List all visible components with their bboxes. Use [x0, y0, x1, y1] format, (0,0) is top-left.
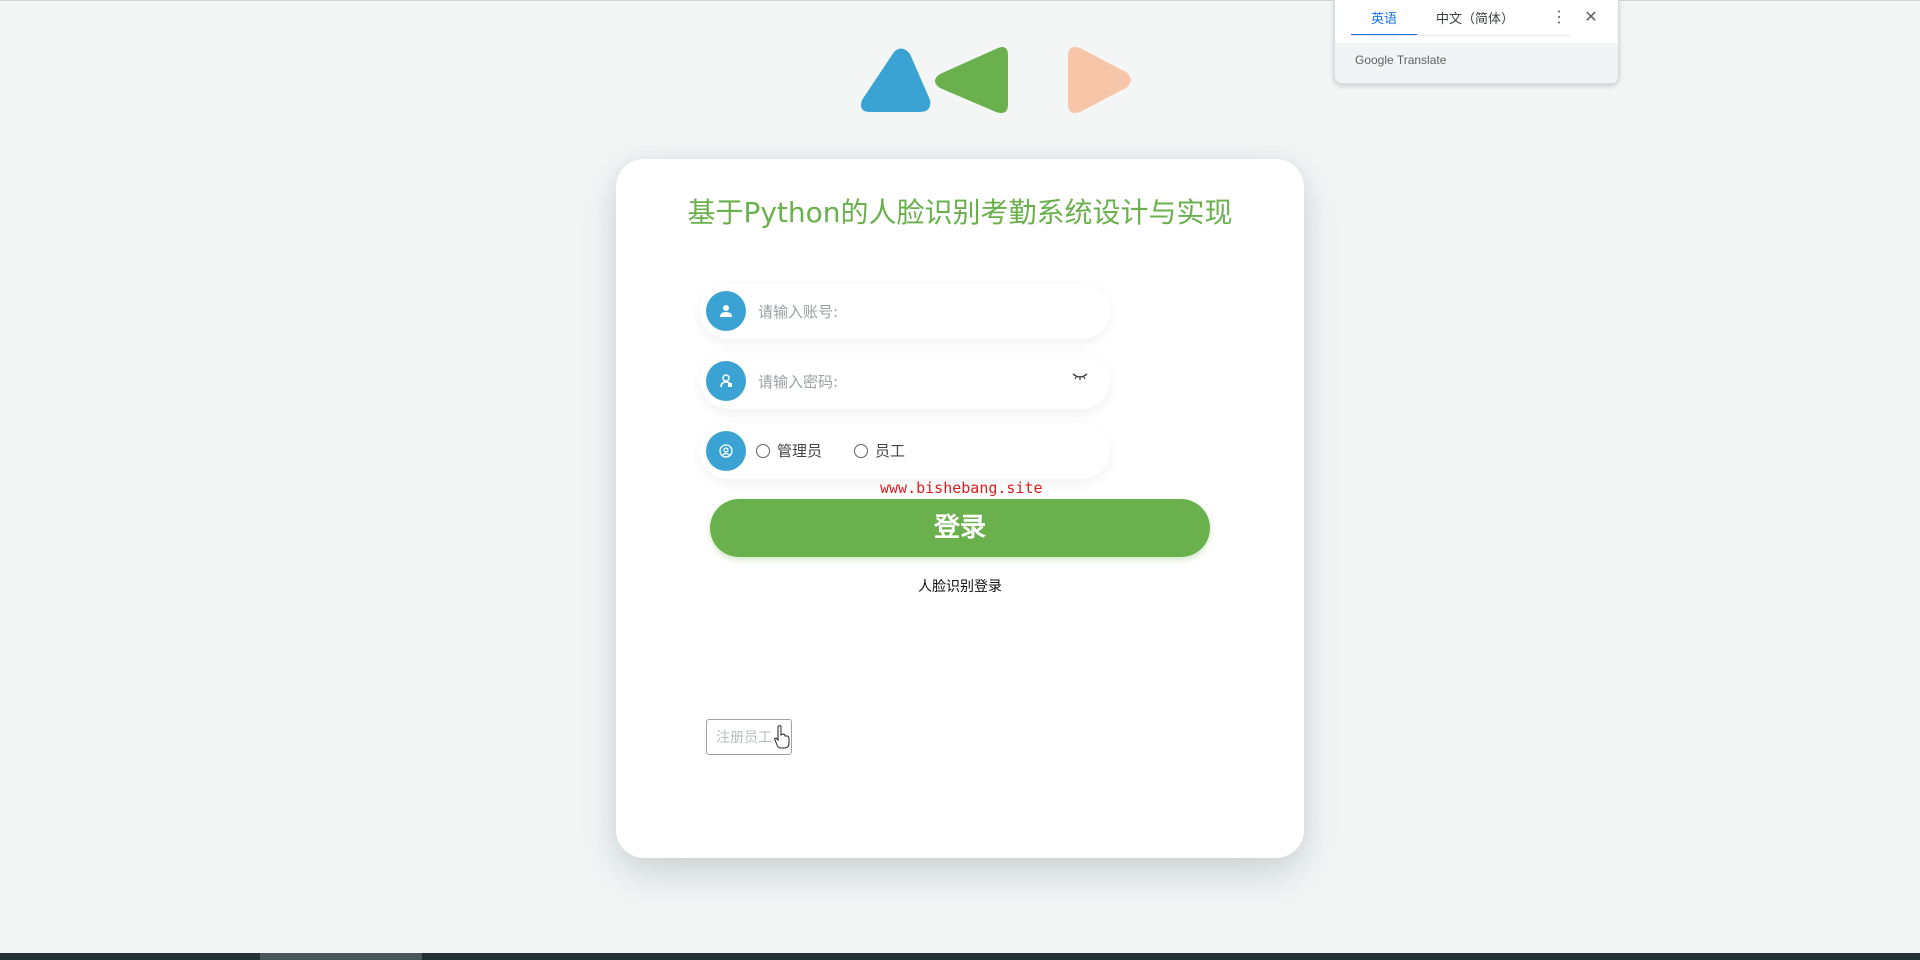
user-icon [706, 291, 746, 331]
login-card: 基于Python的人脸识别考勤系统设计与实现 请输入账号: 管理员 员工 www… [616, 159, 1304, 858]
role-radio-group: 管理员 员工 [756, 440, 905, 461]
logo-triangle-blue [861, 48, 931, 112]
bottom-bar [0, 953, 1920, 960]
radio-admin[interactable] [756, 443, 770, 458]
password-input[interactable] [756, 367, 1060, 397]
radio-admin-label: 管理员 [777, 442, 823, 460]
password-field [700, 353, 1110, 409]
face-recognition-login-link[interactable]: 人脸识别登录 [616, 576, 1304, 596]
google-translate-brand: Google Translate [1355, 53, 1447, 67]
login-button[interactable]: 登录 [710, 499, 1210, 557]
account-field [700, 283, 1110, 339]
logo-triangle-green [935, 47, 1008, 113]
role-field: 管理员 员工 [700, 423, 1110, 479]
tab-chinese-simplified[interactable]: 中文（简体） [1427, 8, 1523, 36]
password-user-icon [706, 361, 746, 401]
radio-employee[interactable] [854, 443, 869, 458]
more-vert-icon[interactable]: ⋮ [1549, 8, 1569, 28]
app-logo [858, 44, 1138, 120]
translate-popup: 英语 中文（简体） ⋮ ✕ Google Translate [1334, 0, 1619, 84]
radio-employee-label: 员工 [875, 442, 906, 460]
tab-english[interactable]: 英语 [1351, 8, 1417, 36]
watermark-text: www.bishebang.site [880, 479, 1043, 497]
translate-tabs: 英语 中文（简体） [1351, 8, 1571, 36]
hand-cursor-icon [774, 725, 790, 749]
scroll-thumb[interactable] [260, 953, 422, 960]
close-icon[interactable]: ✕ [1581, 8, 1601, 28]
eye-closed-icon[interactable] [1072, 370, 1088, 382]
top-border [0, 0, 1920, 1]
logo-triangle-peach [1068, 47, 1131, 113]
translate-footer: Google Translate [1335, 43, 1618, 83]
page-title: 基于Python的人脸识别考勤系统设计与实现 [687, 196, 1233, 229]
logo-triangles [861, 47, 1131, 113]
role-icon [706, 431, 746, 471]
tab-divider [1351, 35, 1571, 36]
account-input[interactable] [756, 297, 1060, 327]
